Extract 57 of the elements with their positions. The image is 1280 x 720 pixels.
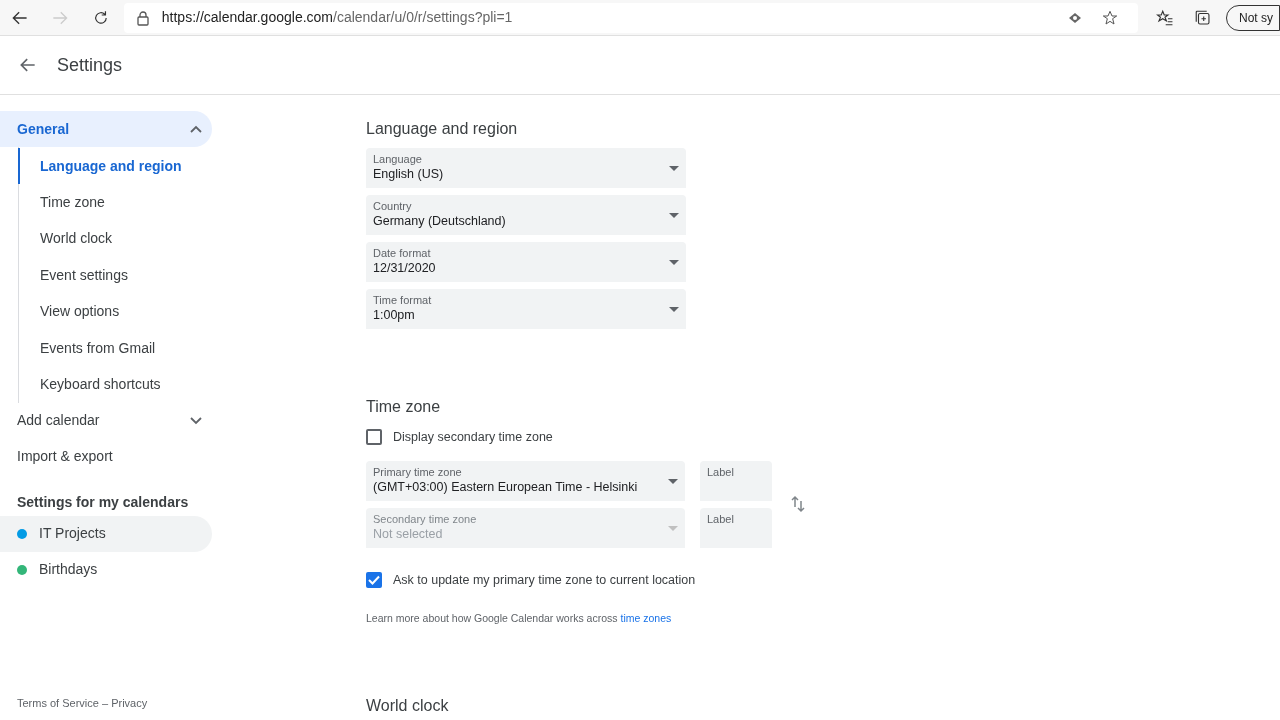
sidebar-item[interactable]: Import & export [0,438,212,475]
lock-icon[interactable] [135,9,150,26]
star-icon[interactable] [1102,9,1119,26]
select-field[interactable]: Country Germany (Deutschland) [366,195,686,235]
chevron-up-icon[interactable] [190,125,202,133]
select-field[interactable]: Primary time zone (GMT+03:00) Eastern European Time - Helsinki [366,460,685,501]
field-value: Germany (Deutschland) [373,213,506,230]
page-title: Settings [57,53,123,77]
section-title: Language and region [366,119,519,139]
footer-links[interactable]: Terms of Service – Privacy [17,695,148,712]
calendar-name: IT Projects [39,524,106,544]
calendar-item[interactable]: IT Projects [0,515,212,552]
field-value: 12/31/2020 [373,260,436,277]
sidebar-item[interactable]: General [0,111,212,147]
field-label: Language [373,153,422,166]
url-text: https://calendar.google.com/calendar/u/0/r/settings?pli=1 [161,8,513,27]
sidebar-subitem[interactable]: Language and region [18,148,212,185]
select-field[interactable]: Time format 1:00pm [366,289,686,329]
calendar-name: Birthdays [39,560,98,580]
address-bar[interactable]: https://calendar.google.com/calendar/u/0/r/settings?pli=1 [123,2,1139,33]
field-value: 1:00pm [373,307,415,324]
dropdown-arrow-icon[interactable] [668,478,678,484]
field-label: Primary time zone [373,465,462,479]
sidebar-subitem[interactable]: Events from Gmail [18,329,212,367]
dropdown-arrow-icon[interactable] [669,166,679,171]
field-label: Secondary time zone [373,512,477,526]
collections-icon[interactable] [1194,8,1212,27]
sidebar-subitem[interactable]: View options [18,293,212,330]
field-value: (GMT+03:00) Eastern European Time - Helsinki [373,478,638,496]
field-label: Country [373,200,412,213]
select-field[interactable]: Language English (US) [366,148,686,188]
sidebar-subitem[interactable]: Event settings [18,257,212,294]
dropdown-arrow-icon[interactable] [669,260,679,265]
chevron-down-icon[interactable] [190,416,202,425]
field-label: Time format [373,294,432,307]
sidebar-item[interactable]: Add calendar [0,402,212,439]
field-value: English (US) [373,166,444,183]
checkbox[interactable] [366,429,382,446]
field-label: Date format [373,247,431,260]
section-heading: Settings for my calendars [16,492,190,512]
swap-icon[interactable] [790,495,806,514]
checkbox-label: Display secondary time zone [393,429,553,446]
field-value: Not selected [373,525,443,543]
dropdown-arrow-icon[interactable] [669,213,679,218]
sidebar-subitem[interactable]: World clock [18,220,212,258]
section-title: World clock [366,696,450,717]
section-title: Time zone [366,397,442,417]
sidebar-subitem[interactable]: Time zone [18,184,212,221]
select-field[interactable]: Date format 12/31/2020 [366,242,686,282]
calendar-item[interactable]: Birthdays [0,551,212,588]
checkbox-label: Ask to update my primary time zone to current location [393,571,696,589]
favorites-icon[interactable] [1156,8,1175,27]
label-field[interactable]: Label [700,460,772,501]
dropdown-arrow-icon[interactable] [669,307,679,312]
help-text: Learn more about how Google Calendar works across time zones [366,610,673,626]
time-zones-link[interactable]: time zones [620,611,672,624]
sidebar-subitem[interactable]: Keyboard shortcuts [18,366,212,403]
